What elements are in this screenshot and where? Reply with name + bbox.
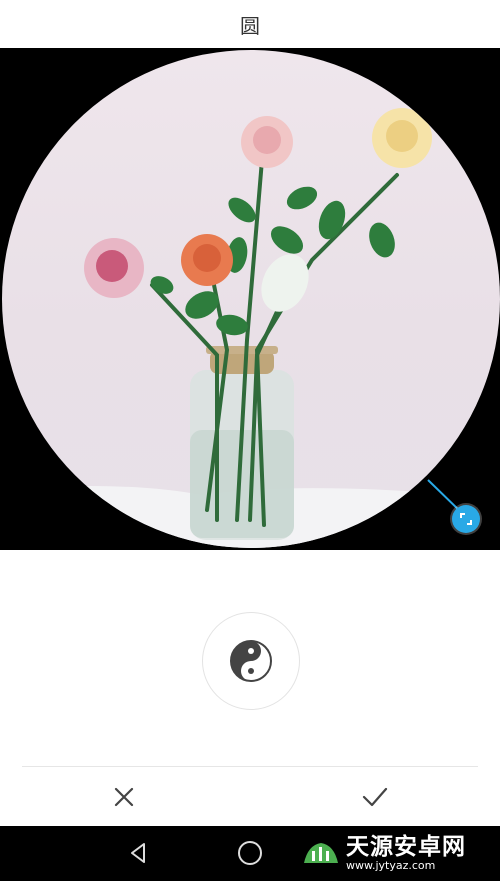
back-button[interactable]: [118, 835, 158, 871]
cancel-button[interactable]: [94, 774, 154, 820]
shape-mode-button[interactable]: [202, 612, 300, 710]
resize-handle[interactable]: [452, 505, 480, 533]
home-circle-icon: [238, 841, 262, 865]
crop-canvas[interactable]: [0, 48, 500, 550]
watermark: 天源安卓网 www.jytyaz.com: [300, 830, 500, 878]
watermark-url: www.jytyaz.com: [346, 859, 436, 872]
check-icon: [362, 787, 388, 807]
resize-corner-icon: [460, 513, 472, 525]
confirm-button[interactable]: [345, 774, 405, 820]
watermark-name: 天源安卓网: [346, 834, 466, 860]
header: 圆: [0, 0, 500, 48]
divider: [22, 766, 478, 767]
rose-vase-photo: [2, 108, 500, 548]
back-triangle-icon: [131, 843, 145, 863]
page-title: 圆: [240, 13, 260, 38]
yin-yang-icon: [230, 640, 272, 682]
close-icon: [114, 787, 134, 807]
circular-crop-area[interactable]: [2, 50, 500, 548]
home-button[interactable]: [230, 835, 270, 871]
android-logo-icon: [304, 843, 338, 863]
